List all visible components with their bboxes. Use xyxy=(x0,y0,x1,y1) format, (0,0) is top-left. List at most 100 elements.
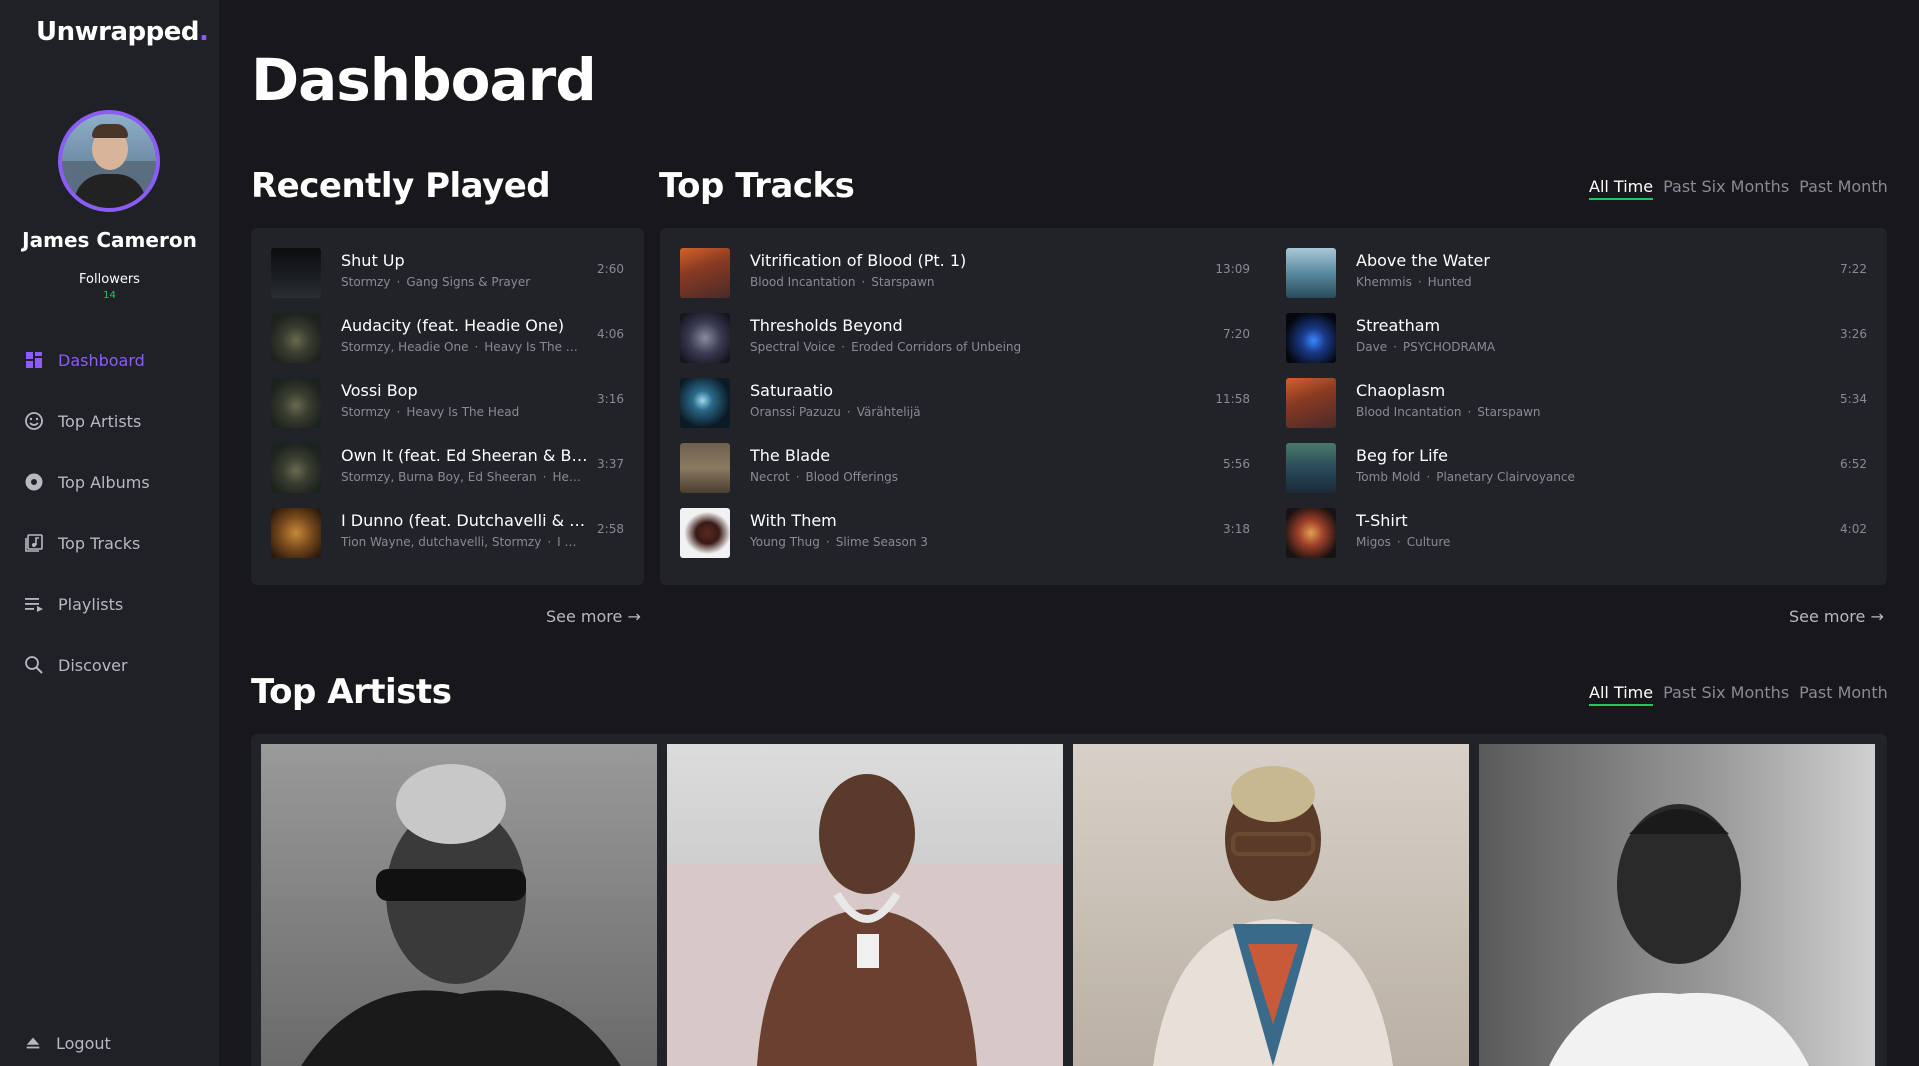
tab-all-time[interactable]: All Time xyxy=(1589,683,1654,706)
track-title: Beg for Life xyxy=(1356,446,1448,465)
album-art xyxy=(1286,248,1336,298)
music-note-icon xyxy=(25,534,43,552)
dashboard-grid-icon xyxy=(26,352,42,368)
list-item[interactable]: Shut Up Stormzy · Gang Signs & Prayer 2:60 xyxy=(251,244,644,300)
nav-item-top-artists[interactable]: Top Artists xyxy=(24,406,141,436)
album-art xyxy=(680,313,730,363)
track-duration: 7:20 xyxy=(1223,327,1250,341)
list-item[interactable]: Thresholds Beyond Spectral Voice · Eroded … xyxy=(660,309,1266,365)
track-duration: 5:56 xyxy=(1223,457,1250,471)
list-item[interactable]: Audacity (feat. Headie One) Stormzy, Hea… xyxy=(251,309,644,365)
track-artist: Stormzy xyxy=(341,275,391,289)
track-duration: 5:34 xyxy=(1840,392,1867,406)
track-album: Starspawn xyxy=(1477,405,1541,419)
track-artist: Blood Incantation xyxy=(750,275,856,289)
logout-button[interactable]: Logout xyxy=(24,1028,111,1058)
album-art xyxy=(1286,508,1336,558)
track-album: Värähtelijä xyxy=(856,405,921,419)
album-art xyxy=(680,443,730,493)
track-duration: 4:02 xyxy=(1840,522,1867,536)
list-item[interactable]: Streatham Dave · PSYCHODRAMA 3:26 xyxy=(1266,309,1887,365)
tab-past-month[interactable]: Past Month xyxy=(1799,177,1888,200)
track-title: Own It (feat. Ed Sheeran & Bur... xyxy=(341,446,591,465)
top-artists-filter-tabs: All Time Past Six Months Past Month xyxy=(1589,683,1888,706)
tab-past-six-months[interactable]: Past Six Months xyxy=(1663,177,1789,200)
artist-card[interactable] xyxy=(1479,744,1875,1066)
track-album: Blood Offerings xyxy=(805,470,899,484)
list-item[interactable]: The Blade Necrot · Blood Offerings 5:56 xyxy=(660,439,1266,495)
track-album: Heavy Is The He... xyxy=(484,340,581,354)
track-title: Audacity (feat. Headie One) xyxy=(341,316,565,335)
disc-icon xyxy=(25,473,43,491)
nav-item-playlists[interactable]: Playlists xyxy=(24,589,123,619)
list-item[interactable]: T-Shirt Migos · Culture 4:02 xyxy=(1266,504,1887,560)
album-art xyxy=(1286,443,1336,493)
nav-item-label: Top Artists xyxy=(58,411,142,431)
track-artist: Stormzy, Burna Boy, Ed Sheeran xyxy=(341,470,537,484)
track-artist: Migos xyxy=(1356,535,1391,549)
top-tracks-title: Top Tracks xyxy=(659,166,855,206)
list-item[interactable]: I Dunno (feat. Dutchavelli & St... Tion … xyxy=(251,504,644,560)
tab-all-time[interactable]: All Time xyxy=(1589,177,1654,200)
track-subtitle: Stormzy, Burna Boy, Ed Sheeran·Heav... xyxy=(341,470,581,484)
track-album: Eroded Corridors of Unbeing xyxy=(851,340,1022,354)
track-title: With Them xyxy=(750,511,837,530)
nav-item-dashboard[interactable]: Dashboard xyxy=(24,345,145,375)
track-subtitle: Oranssi Pazuzu · Värähtelijä xyxy=(750,405,921,419)
album-art xyxy=(680,248,730,298)
list-item[interactable]: Vitrification of Blood (Pt. 1) Blood Inc… xyxy=(660,244,1266,300)
track-duration: 2:60 xyxy=(597,262,624,276)
track-subtitle: Stormzy · Gang Signs & Prayer xyxy=(341,275,531,289)
list-item[interactable]: Saturaatio Oranssi Pazuzu · Värähtelijä 11… xyxy=(660,374,1266,430)
artist-photo xyxy=(1549,804,1809,1066)
nav-item-label: Top Albums xyxy=(58,472,150,492)
track-duration: 11:58 xyxy=(1215,392,1250,406)
nav-item-label: Playlists xyxy=(58,594,124,614)
list-item[interactable]: Chaoplasm Blood Incantation · Starspawn 5:… xyxy=(1266,374,1887,430)
tab-past-month[interactable]: Past Month xyxy=(1799,683,1888,706)
track-subtitle: Migos · Culture xyxy=(1356,535,1451,549)
user-name: James Cameron xyxy=(22,228,197,252)
avatar[interactable] xyxy=(58,110,160,212)
top-tracks-column-right: Above the Water Khemmis · Hunted 7:22 Stre… xyxy=(1266,228,1887,585)
album-art xyxy=(271,508,321,558)
top-artists-title: Top Artists xyxy=(251,672,452,712)
recently-played-title: Recently Played xyxy=(251,166,551,206)
track-title: I Dunno (feat. Dutchavelli & St... xyxy=(341,511,591,530)
track-album: I Du... xyxy=(557,535,581,549)
track-artist: Dave xyxy=(1356,340,1388,354)
artist-card[interactable] xyxy=(1073,744,1469,1066)
list-item[interactable]: Above the Water Khemmis · Hunted 7:22 xyxy=(1266,244,1887,300)
artist-card[interactable] xyxy=(667,744,1063,1066)
eject-icon xyxy=(26,1037,40,1049)
track-artist: Blood Incantation xyxy=(1356,405,1462,419)
nav-item-top-tracks[interactable]: Top Tracks xyxy=(24,528,140,558)
track-title: T-Shirt xyxy=(1356,511,1408,530)
track-title: The Blade xyxy=(750,446,831,465)
tab-past-six-months[interactable]: Past Six Months xyxy=(1663,683,1789,706)
artist-card[interactable] xyxy=(261,744,657,1066)
recently-played-see-more-link[interactable]: See more → xyxy=(546,607,641,626)
nav-item-top-albums[interactable]: Top Albums xyxy=(24,467,150,497)
nav-item-discover[interactable]: Discover xyxy=(24,650,128,680)
track-subtitle: Blood Incantation · Starspawn xyxy=(750,275,935,289)
brand-logo[interactable]: Unwrapped. xyxy=(36,17,209,47)
list-item[interactable]: Own It (feat. Ed Sheeran & Bur... Stormz… xyxy=(251,439,644,495)
track-album: Heav... xyxy=(552,470,581,484)
nav-item-label: Top Tracks xyxy=(58,533,141,553)
list-item[interactable]: Vossi Bop Stormzy · Heavy Is The Head 3:16 xyxy=(251,374,644,430)
track-artist: Stormzy xyxy=(341,405,391,419)
top-tracks-see-more-link[interactable]: See more → xyxy=(1789,607,1884,626)
track-duration: 3:26 xyxy=(1840,327,1867,341)
track-artist: Young Thug xyxy=(750,535,820,549)
top-tracks-filter-tabs: All Time Past Six Months Past Month xyxy=(1589,177,1888,200)
artist-photo xyxy=(301,764,621,1066)
list-item[interactable]: Beg for Life Tomb Mold · Planetary Clairvo… xyxy=(1266,439,1887,495)
top-tracks-list: Vitrification of Blood (Pt. 1) Blood Inc… xyxy=(660,228,1887,585)
list-item[interactable]: With Them Young Thug · Slime Season 3 3:18 xyxy=(660,504,1266,560)
track-title: Above the Water xyxy=(1356,251,1490,270)
album-art xyxy=(1286,378,1336,428)
track-artist: Necrot xyxy=(750,470,790,484)
track-album: Starspawn xyxy=(871,275,935,289)
nav-item-label: Dashboard xyxy=(58,350,145,370)
